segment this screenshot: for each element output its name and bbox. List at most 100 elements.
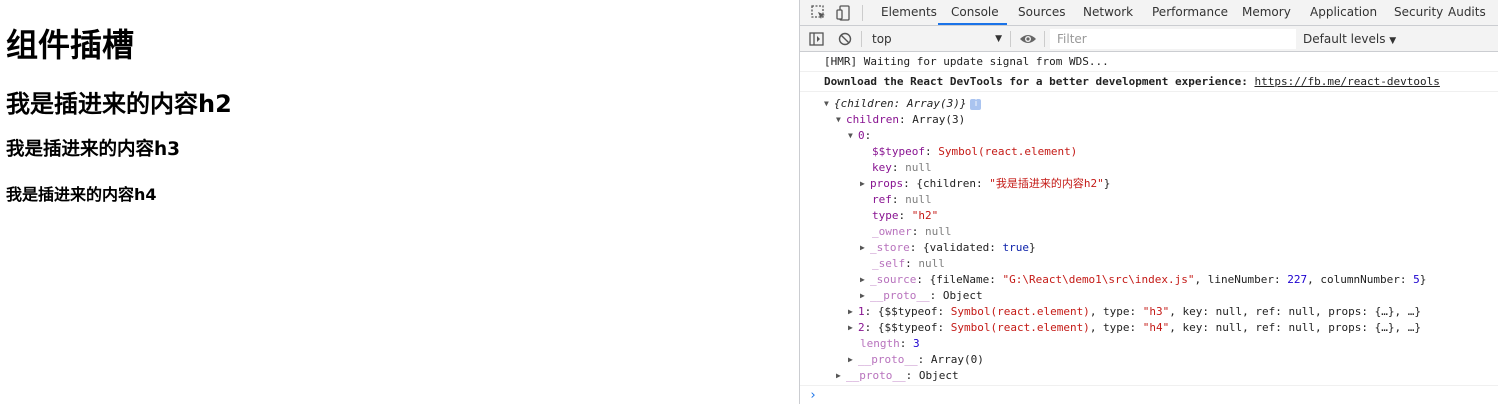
tree-key: ref xyxy=(872,193,892,206)
toolbar-separator xyxy=(862,5,863,21)
tree-key: _owner xyxy=(872,225,912,238)
tree-prop-key: key: null xyxy=(872,161,932,174)
tab-performance[interactable]: Performance xyxy=(1152,0,1228,25)
prompt-caret-icon: › xyxy=(809,388,817,403)
tab-memory[interactable]: Memory xyxy=(1242,0,1291,25)
tree-key: 2 xyxy=(858,321,865,334)
tree-key: type xyxy=(872,209,899,222)
console-prompt[interactable]: › xyxy=(800,385,1498,404)
tab-security[interactable]: Security xyxy=(1394,0,1443,25)
tree-key: length xyxy=(860,337,900,350)
active-tab-indicator xyxy=(938,23,1007,25)
tree-key: children xyxy=(846,113,899,126)
page-title: 组件插槽 xyxy=(6,26,135,64)
dropdown-arrow-icon: ▼ xyxy=(1389,36,1397,46)
tree-value: , key: null, ref: null, props: {…}, …} xyxy=(1169,321,1421,334)
devtools-tabbar: Elements Console Sources Network Perform… xyxy=(800,0,1498,26)
tree-value: "我是插进来的内容h2" xyxy=(989,177,1104,190)
devtools-message-text: Download the React DevTools for a better… xyxy=(824,75,1255,88)
tree-item-1[interactable]: ▶ 1: {$$typeof: Symbol(react.element), ty… xyxy=(848,304,1421,320)
tree-value: } xyxy=(1028,241,1036,254)
collapse-triangle-icon[interactable]: ▶ xyxy=(848,352,858,368)
tree-prop-type: type: "h2" xyxy=(872,209,939,222)
tree-prop-source[interactable]: ▶ _source: {fileName: "G:\React\demo1\src… xyxy=(860,272,1426,288)
tree-key: __proto__ xyxy=(870,289,930,302)
expand-triangle-icon[interactable]: ▼ xyxy=(848,128,858,144)
collapse-triangle-icon[interactable]: ▶ xyxy=(836,368,846,384)
slot-content-h4: 我是插进来的内容h4 xyxy=(6,185,157,204)
collapse-triangle-icon[interactable]: ▶ xyxy=(848,304,858,320)
log-levels-label: Default levels xyxy=(1303,32,1386,46)
tree-value: null xyxy=(905,193,932,206)
collapse-triangle-icon[interactable]: ▶ xyxy=(860,240,870,256)
tree-array-proto[interactable]: ▶ __proto__: Array(0) xyxy=(848,352,984,368)
tree-value: 5 xyxy=(1413,273,1420,286)
device-toolbar-icon[interactable] xyxy=(834,3,854,23)
tree-value: null xyxy=(905,161,932,174)
tab-elements[interactable]: Elements xyxy=(881,0,937,25)
tree-key: 0 xyxy=(858,129,865,142)
tree-key: $$typeof xyxy=(872,145,925,158)
tree-item-0[interactable]: ▼ 0: xyxy=(848,128,871,144)
tree-value: Object xyxy=(942,289,983,302)
tree-value: , columnNumber: xyxy=(1307,273,1414,286)
hmr-message-text: [HMR] Waiting for update signal from WDS… xyxy=(824,55,1109,68)
tree-value: {children: xyxy=(916,177,990,190)
react-devtools-link[interactable]: https://fb.me/react-devtools xyxy=(1254,75,1439,88)
collapse-triangle-icon[interactable]: ▶ xyxy=(860,272,870,288)
tree-root-proto[interactable]: ▶ __proto__: Object xyxy=(836,368,959,384)
tree-value: Symbol(react.element) xyxy=(950,321,1090,334)
tree-prop-ref: ref: null xyxy=(872,193,932,206)
tree-prop-proto[interactable]: ▶ __proto__: Object xyxy=(860,288,983,304)
tree-key: _source xyxy=(870,273,917,286)
expand-triangle-icon[interactable]: ▼ xyxy=(824,96,834,112)
tab-network[interactable]: Network xyxy=(1083,0,1133,25)
tree-key: props xyxy=(870,177,904,190)
devtools-panel: Elements Console Sources Network Perform… xyxy=(799,0,1498,404)
tree-value: true xyxy=(1002,241,1029,254)
console-output: [HMR] Waiting for update signal from WDS… xyxy=(800,52,1498,404)
tab-application[interactable]: Application xyxy=(1310,0,1377,25)
tree-key: key xyxy=(872,161,892,174)
clear-console-icon[interactable] xyxy=(835,29,855,49)
tree-key: __proto__ xyxy=(846,369,906,382)
filter-input[interactable]: Filter xyxy=(1050,29,1296,49)
log-levels-dropdown[interactable]: Default levels ▼ xyxy=(1303,29,1396,49)
context-selector[interactable]: top ▼ xyxy=(866,29,1006,49)
tree-prop-props[interactable]: ▶ props: {children: "我是插进来的内容h2"} xyxy=(860,176,1110,192)
dropdown-arrow-icon: ▼ xyxy=(995,34,1002,44)
tree-value: {$$typeof: xyxy=(877,305,951,318)
info-icon[interactable]: i xyxy=(970,98,982,110)
tree-prop-store[interactable]: ▶ _store: {validated: true} xyxy=(860,240,1036,256)
tree-root[interactable]: ▼ {children: Array(3)} i xyxy=(824,96,982,112)
sidebar-toggle-icon[interactable] xyxy=(807,29,827,49)
tree-prop-self: _self: null xyxy=(872,257,945,270)
toolbar-separator xyxy=(1044,31,1045,47)
tree-prop-typeof: $$typeof: Symbol(react.element) xyxy=(872,145,1078,158)
tab-console[interactable]: Console xyxy=(951,0,999,25)
tree-item-2[interactable]: ▶ 2: {$$typeof: Symbol(react.element), ty… xyxy=(848,320,1421,336)
toolbar-separator xyxy=(861,31,862,47)
tab-sources[interactable]: Sources xyxy=(1018,0,1065,25)
console-message: Download the React DevTools for a better… xyxy=(800,72,1498,92)
slot-content-h2: 我是插进来的内容h2 xyxy=(6,90,232,118)
tree-value: Symbol(react.element) xyxy=(950,305,1090,318)
tree-children[interactable]: ▼ children: Array(3) xyxy=(836,112,965,128)
tree-key: _self xyxy=(872,257,906,270)
expand-triangle-icon[interactable]: ▼ xyxy=(836,112,846,128)
eye-icon[interactable] xyxy=(1018,29,1038,49)
slot-content-h3: 我是插进来的内容h3 xyxy=(6,139,181,160)
collapse-triangle-icon[interactable]: ▶ xyxy=(860,288,870,304)
tree-value: null xyxy=(925,225,952,238)
collapse-triangle-icon[interactable]: ▶ xyxy=(848,320,858,336)
collapse-triangle-icon[interactable]: ▶ xyxy=(860,176,870,192)
tree-value: "h4" xyxy=(1142,321,1170,334)
toolbar-separator xyxy=(1010,31,1011,47)
console-toolbar: top ▼ Filter Default levels ▼ xyxy=(800,26,1498,52)
inspect-element-icon[interactable] xyxy=(809,3,829,23)
tree-key: __proto__ xyxy=(858,353,918,366)
tree-value: Object xyxy=(918,369,959,382)
tab-audits[interactable]: Audits xyxy=(1448,0,1486,25)
tree-value: 3 xyxy=(913,337,920,350)
tree-value: , type: xyxy=(1089,321,1143,334)
